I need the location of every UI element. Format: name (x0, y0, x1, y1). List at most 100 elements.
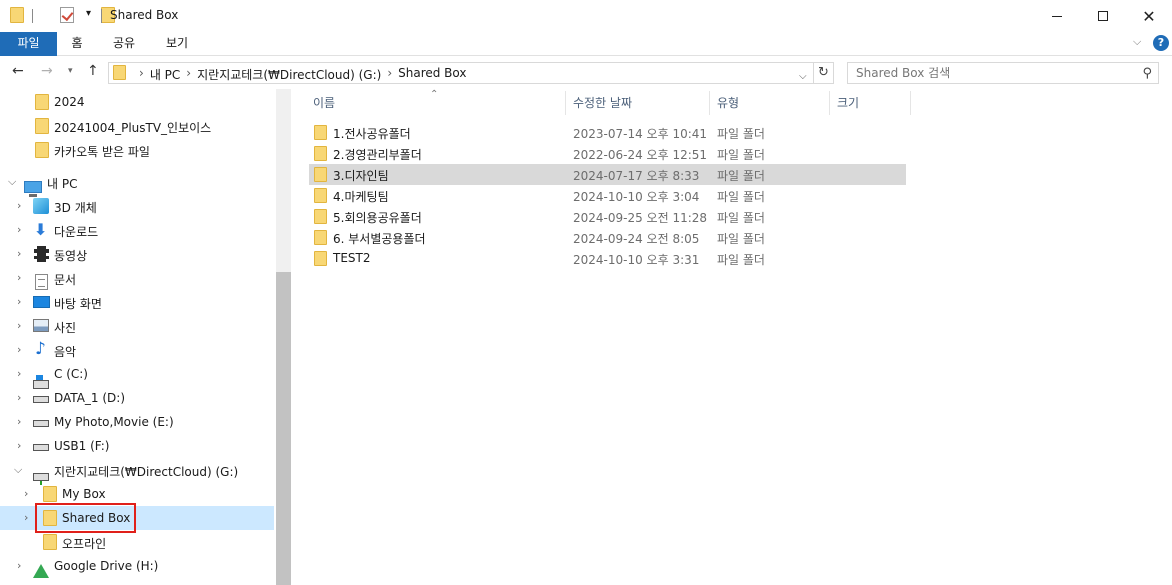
chevron-right-icon[interactable]: › (17, 343, 21, 356)
tab-share[interactable]: 공유 (104, 32, 144, 56)
chevron-right-icon[interactable]: › (17, 439, 21, 452)
nav-scrollbar-thumb[interactable] (276, 272, 291, 585)
nav-item-label: My Box (62, 487, 106, 501)
chevron-right-icon[interactable]: › (17, 559, 21, 572)
nav-item-label: 내 PC (47, 177, 78, 191)
separator (101, 9, 102, 23)
recent-locations-chevron-icon[interactable]: ▾ (68, 66, 73, 76)
file-name: 6. 부서별공용폴더 (333, 232, 426, 246)
nav-item-this-pc[interactable]: ⌵ 내 PC (0, 170, 274, 197)
nav-item-desktop[interactable]: › 바탕 화면 (0, 290, 274, 314)
nav-item-kakaotalk[interactable]: 카카오톡 받은 파일 (0, 138, 274, 162)
nav-item-2024[interactable]: 2024 (0, 90, 274, 114)
tab-file[interactable]: 파일 (0, 32, 57, 56)
minimize-button[interactable] (1034, 0, 1080, 32)
customize-toolbar-chevron-icon[interactable]: ▾ (86, 8, 91, 19)
file-date: 2024-09-24 오전 8:05 (573, 232, 700, 246)
nav-item-downloads[interactable]: › ⬇ 다운로드 (0, 218, 274, 242)
tab-view[interactable]: 보기 (157, 32, 197, 56)
properties-icon[interactable] (59, 7, 74, 23)
forward-arrow-icon[interactable]: → (41, 63, 53, 79)
address-dropdown-icon[interactable]: ⌵ (799, 71, 807, 82)
chevron-right-icon[interactable]: › (17, 247, 21, 260)
file-date: 2024-10-10 오후 3:31 (573, 253, 700, 267)
file-list: ⌃ 이름 수정한 날짜 유형 크기 1.전사공유폴더 2023-07-14 오후… (291, 89, 1172, 585)
chevron-right-icon[interactable]: › (17, 415, 21, 428)
chevron-right-icon[interactable]: › (17, 319, 21, 332)
maximize-button[interactable] (1080, 0, 1126, 32)
folder-icon (43, 486, 57, 502)
nav-item-3d-objects[interactable]: › 3D 개체 (0, 194, 274, 218)
file-row[interactable]: 2.경영관리부폴더 2022-06-24 오후 12:51 파일 폴더 (309, 143, 906, 164)
back-arrow-icon[interactable]: ← (12, 63, 24, 79)
nav-item-drive-g[interactable]: ⌵ 지란지교테크(₩DirectCloud) (G:) (0, 458, 274, 485)
chevron-right-icon[interactable]: › (17, 223, 21, 236)
file-row-selected[interactable]: 3.디자인팀 2024-07-17 오후 8:33 파일 폴더 (309, 164, 906, 185)
nav-item-label: 3D 개체 (54, 201, 97, 215)
file-type: 파일 폴더 (717, 127, 765, 141)
file-row[interactable]: 6. 부서별공용폴더 2024-09-24 오전 8:05 파일 폴더 (309, 227, 906, 248)
chevron-right-icon[interactable]: › (381, 66, 398, 83)
highlight-annotation-box (35, 503, 136, 533)
chevron-right-icon[interactable]: › (17, 367, 21, 380)
nav-item-offline[interactable]: 오프라인 (0, 530, 274, 554)
column-header-type[interactable]: 유형 (717, 89, 739, 117)
chevron-right-icon[interactable]: › (17, 295, 21, 308)
file-row[interactable]: 4.마케팅팀 2024-10-10 오후 3:04 파일 폴더 (309, 185, 906, 206)
file-date: 2022-06-24 오후 12:51 (573, 148, 708, 162)
nav-item-label: 지란지교테크(₩DirectCloud) (G:) (54, 465, 239, 479)
chevron-right-icon[interactable]: › (133, 66, 150, 83)
folder-icon (35, 118, 49, 134)
nav-item-music[interactable]: › ♪ 음악 (0, 338, 274, 362)
nav-item-pictures[interactable]: › 사진 (0, 314, 274, 338)
column-header-size[interactable]: 크기 (837, 89, 859, 117)
file-row[interactable]: 5.회의용공유폴더 2024-09-25 오전 11:28 파일 폴더 (309, 206, 906, 227)
chevron-right-icon[interactable]: › (17, 199, 21, 212)
nav-item-drive-e[interactable]: › My Photo,Movie (E:) (0, 410, 274, 434)
google-drive-icon (33, 564, 49, 578)
chevron-right-icon[interactable]: › (17, 271, 21, 284)
nav-item-documents[interactable]: › 문서 (0, 266, 274, 290)
column-header-date[interactable]: 수정한 날짜 (573, 89, 632, 117)
desktop-icon (33, 296, 50, 308)
refresh-icon[interactable]: ↻ (814, 62, 834, 84)
chevron-right-icon[interactable]: › (24, 487, 28, 500)
chevron-down-icon[interactable]: ⌵ (14, 463, 22, 477)
nav-item-drive-d[interactable]: › DATA_1 (D:) (0, 386, 274, 410)
file-type: 파일 폴더 (717, 148, 765, 162)
column-divider[interactable] (709, 91, 710, 115)
column-header-name[interactable]: 이름 (313, 89, 335, 117)
column-divider[interactable] (565, 91, 566, 115)
breadcrumb-item[interactable]: 내 PC (150, 66, 180, 83)
nav-item-drive-f[interactable]: › USB1 (F:) (0, 434, 274, 458)
nav-item-label: 오프라인 (62, 537, 107, 551)
file-row[interactable]: TEST2 2024-10-10 오후 3:31 파일 폴더 (309, 248, 906, 269)
file-row[interactable]: 1.전사공유폴더 2023-07-14 오후 10:41 파일 폴더 (309, 122, 906, 143)
chevron-right-icon[interactable]: › (180, 66, 197, 83)
drive-icon (33, 420, 49, 427)
nav-item-invoice[interactable]: 20241004_PlusTV_인보이스 (0, 114, 274, 138)
close-button[interactable]: ✕ (1126, 0, 1172, 32)
column-divider[interactable] (910, 91, 911, 115)
chevron-down-icon[interactable]: ⌵ (1133, 35, 1141, 49)
folder-icon (314, 188, 327, 203)
breadcrumb-item[interactable]: 지란지교테크(₩DirectCloud) (G:) (197, 66, 381, 83)
help-icon[interactable]: ? (1153, 35, 1169, 51)
search-icon[interactable]: ⚲ (1142, 66, 1152, 81)
breadcrumb-item[interactable]: Shared Box (398, 66, 466, 83)
column-divider[interactable] (829, 91, 830, 115)
folder-icon (314, 146, 327, 161)
chevron-right-icon[interactable]: › (17, 391, 21, 404)
nav-item-google-drive[interactable]: › Google Drive (H:) (0, 554, 274, 578)
chevron-right-icon[interactable]: › (24, 511, 28, 524)
search-box[interactable]: ⚲ (847, 62, 1159, 84)
file-name: 3.디자인팀 (333, 169, 389, 183)
address-bar[interactable]: › 내 PC › 지란지교테크(₩DirectCloud) (G:) › Sha… (108, 62, 814, 84)
tab-home[interactable]: 홈 (62, 32, 92, 56)
folder-icon (35, 94, 49, 110)
up-arrow-icon[interactable]: ↑ (87, 63, 99, 79)
chevron-down-icon[interactable]: ⌵ (8, 175, 16, 189)
nav-item-drive-c[interactable]: › C (C:) (0, 362, 274, 389)
nav-item-videos[interactable]: › 동영상 (0, 242, 274, 266)
search-input[interactable] (856, 66, 1126, 80)
